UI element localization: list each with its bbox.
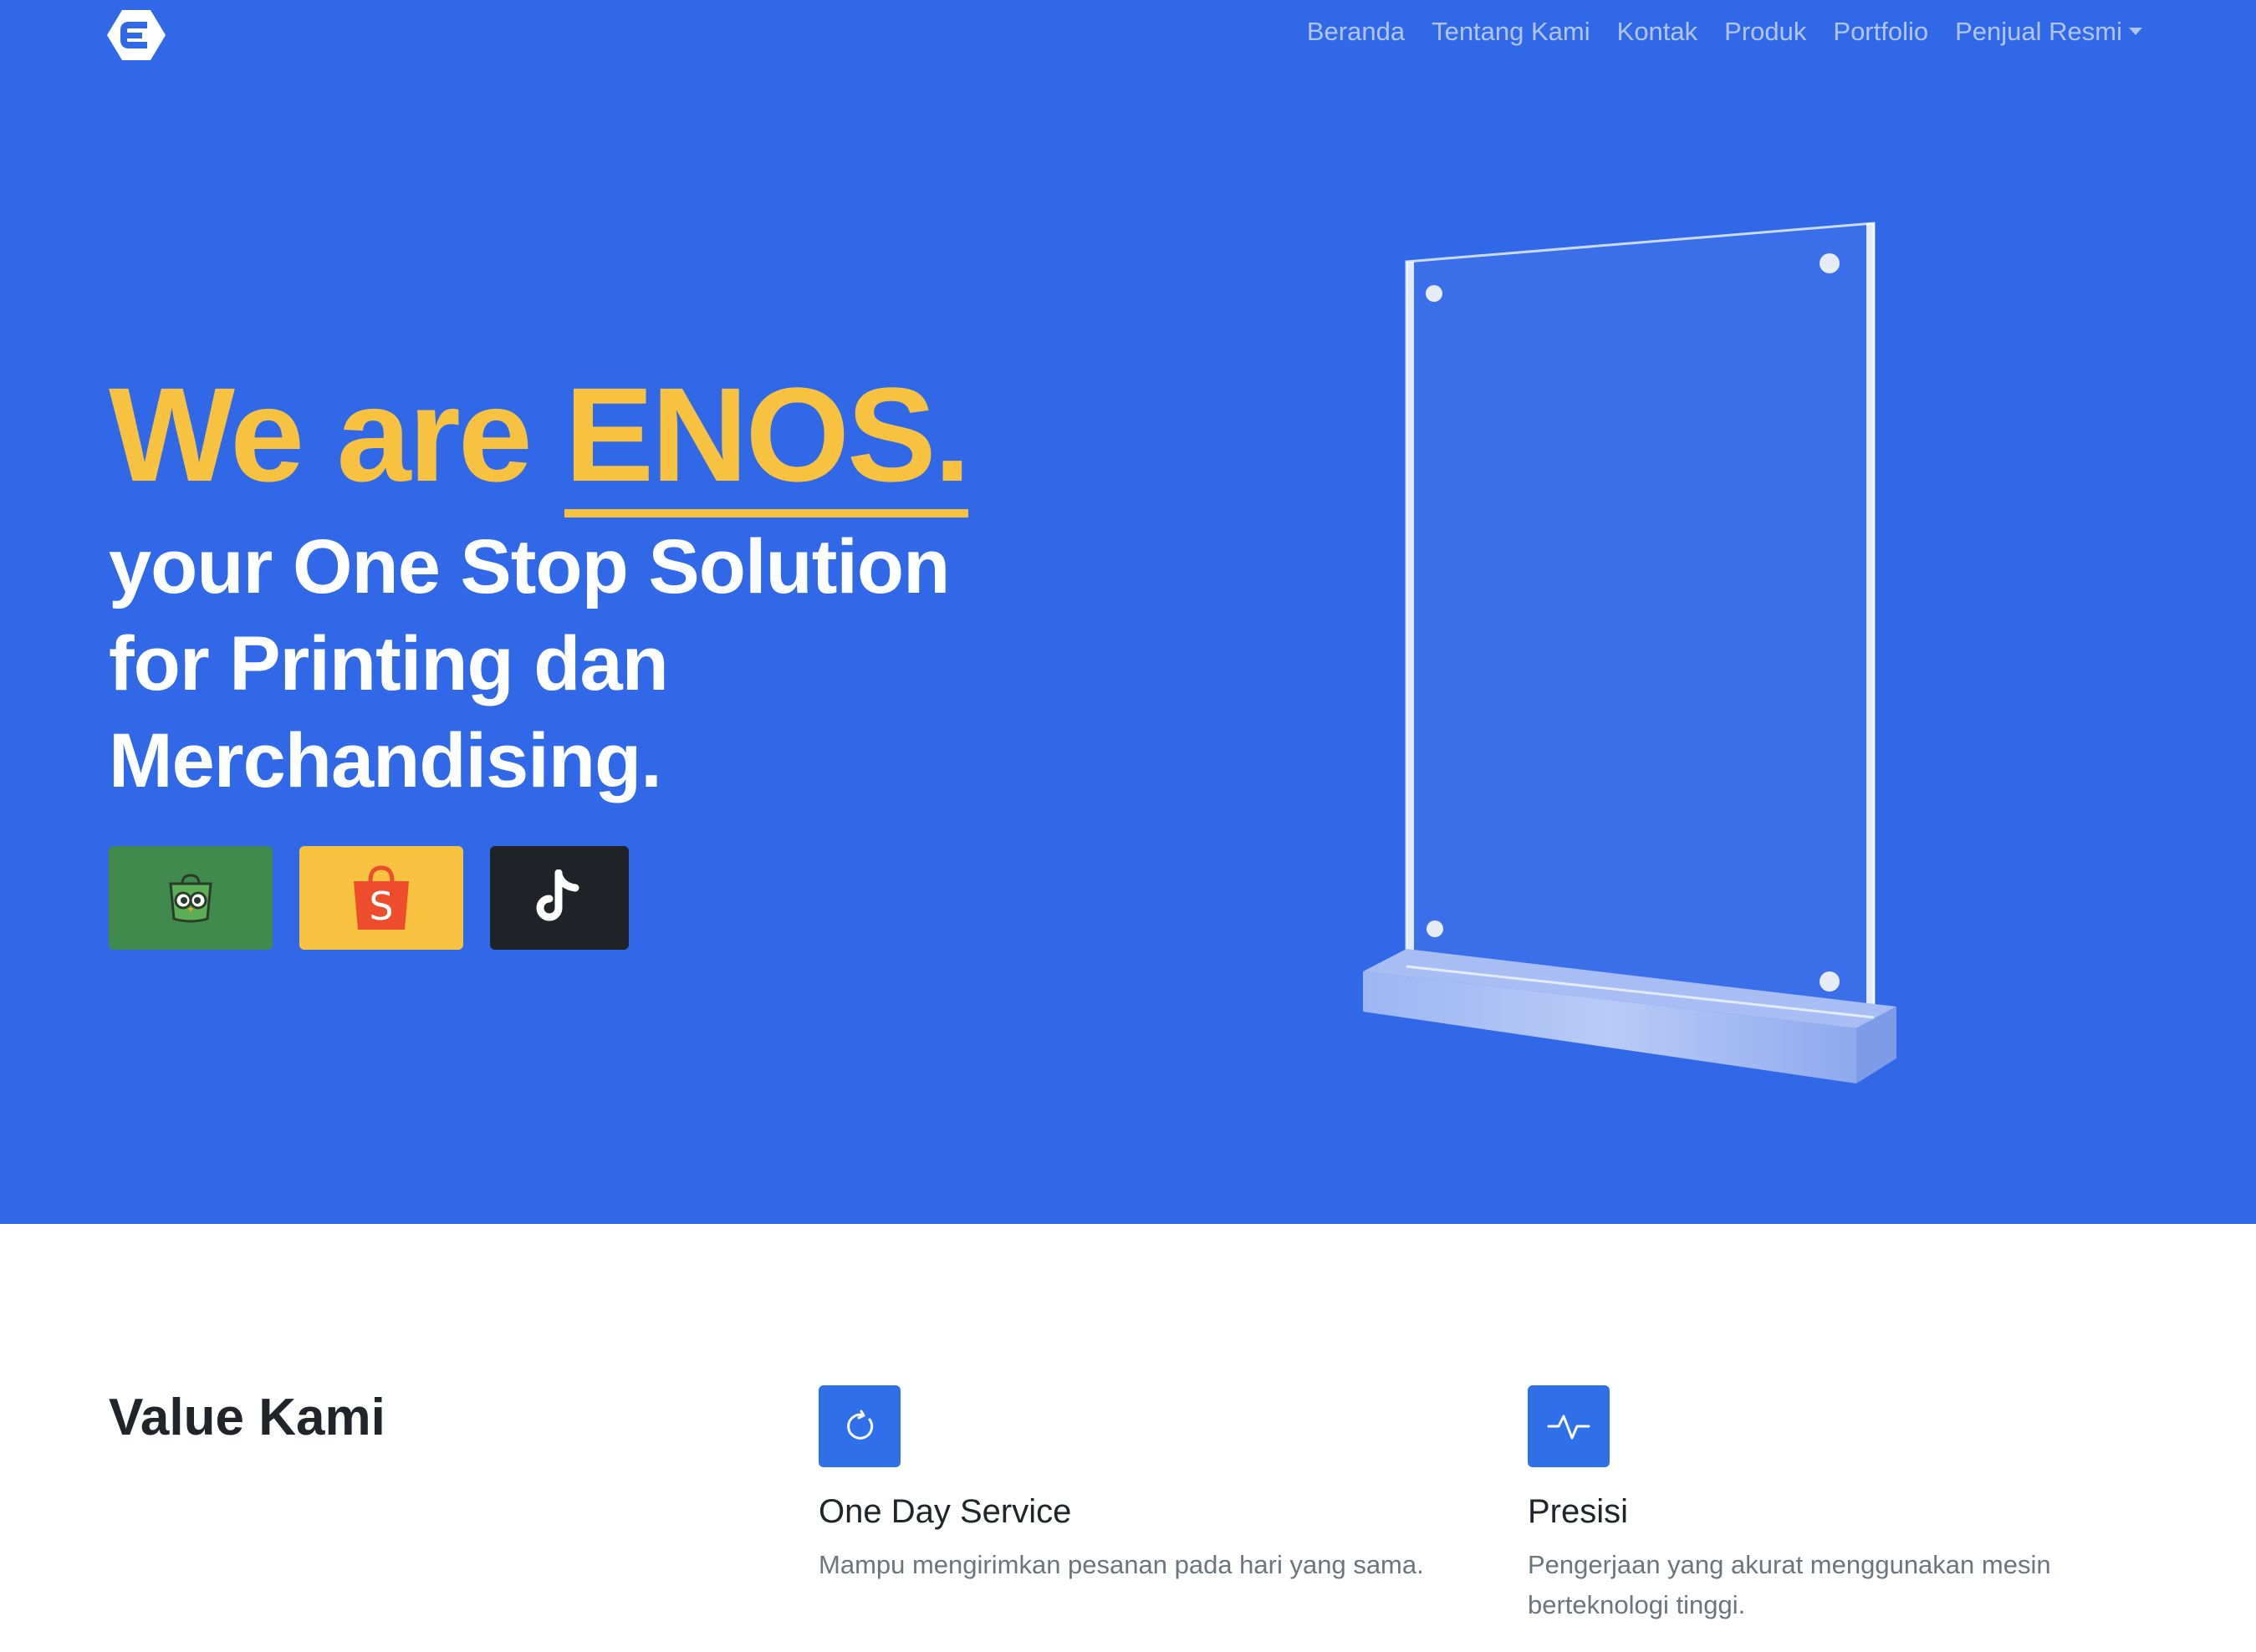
tiktok-icon [536, 869, 579, 921]
subheadline-line-1: your One Stop Solution [109, 518, 950, 615]
subheadline-line-2: for Printing dan [109, 621, 669, 706]
enos-logo-icon[interactable] [107, 8, 166, 62]
nav-dropdown-penjual-resmi[interactable]: Penjual Resmi [1955, 17, 2142, 47]
hero-headline: We are ENOS. [109, 359, 971, 518]
svg-text:S: S [369, 884, 393, 929]
tokopedia-button[interactable] [109, 846, 273, 950]
nav-link-tentang-kami[interactable]: Tentang Kami [1432, 17, 1590, 47]
section-title: Value Kami [109, 1389, 385, 1446]
acrylic-stand-illustration [1363, 222, 1896, 1083]
tiktok-button[interactable] [490, 846, 629, 950]
headline-prefix: We are [109, 359, 565, 509]
nav-link-portfolio[interactable]: Portfolio [1833, 17, 1928, 47]
headline-brand: ENOS. [564, 359, 971, 518]
subheadline-line-3: Merchandising. [109, 718, 662, 803]
dropdown-label: Penjual Resmi [1955, 17, 2122, 46]
activity-pulse-icon [1528, 1385, 1610, 1467]
nav-link-kontak[interactable]: Kontak [1617, 17, 1698, 47]
feature-desc: Pengerjaan yang akurat menggunakan mesin… [1528, 1550, 2051, 1619]
feature-desc: Mampu mengirimkan pesanan pada hari yang… [819, 1550, 1424, 1579]
hero-subheadline: your One Stop Solution for Printing dan … [109, 518, 950, 809]
nav-link-produk[interactable]: Produk [1724, 17, 1806, 47]
caret-down-icon [2129, 28, 2142, 36]
main-nav: Beranda Tentang Kami Kontak Produk Portf… [1307, 13, 2142, 50]
shopee-button[interactable]: S [299, 846, 463, 950]
refresh-icon [819, 1385, 901, 1467]
tokopedia-owl-icon [169, 874, 212, 923]
feature-title: Presisi [1528, 1493, 1629, 1530]
shopee-bag-icon: S [354, 865, 409, 930]
subheadline-line-1-emphasis: One Stop Solution [292, 524, 950, 609]
feature-title: One Day Service [819, 1493, 1072, 1530]
subheadline-line-1-prefix: your [109, 524, 293, 609]
nav-link-beranda[interactable]: Beranda [1307, 17, 1405, 47]
hero-section: Beranda Tentang Kami Kontak Produk Portf… [0, 0, 2256, 1224]
